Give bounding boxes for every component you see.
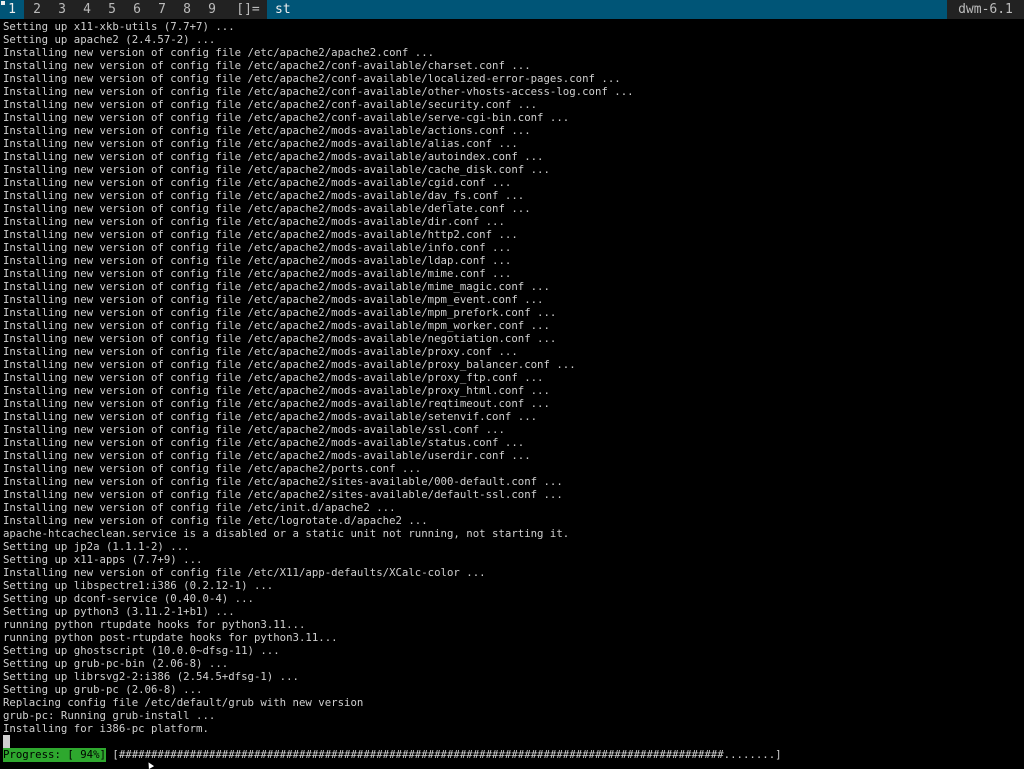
terminal-line: Installing new version of config file /e…	[3, 46, 435, 59]
tag-8-button[interactable]: 8	[175, 0, 199, 19]
terminal-line: Installing new version of config file /e…	[3, 384, 550, 397]
terminal-line: Setting up grub-pc-bin (2.06-8) ...	[3, 657, 229, 670]
status-text: dwm-6.1	[947, 0, 1024, 19]
terminal-line: grub-pc: Running grub-install ...	[3, 709, 216, 722]
layout-symbol-button[interactable]: []=	[229, 0, 267, 19]
terminal-line: Installing for i386-pc platform.	[3, 722, 209, 735]
terminal-line: Installing new version of config file /e…	[3, 332, 557, 345]
terminal-line: Installing new version of config file /e…	[3, 345, 518, 358]
terminal-output[interactable]: Setting up x11-xkb-utils (7.7+7) ... Sett…	[3, 20, 1021, 765]
tag-label: 8	[183, 2, 191, 17]
tag-label: 3	[58, 2, 66, 17]
tag-label: 7	[158, 2, 166, 17]
terminal-line: Setting up apache2 (2.4.57-2) ...	[3, 33, 216, 46]
terminal-line: Installing new version of config file /e…	[3, 59, 531, 72]
terminal-line: Installing new version of config file /e…	[3, 319, 550, 332]
tag-label: 5	[108, 2, 116, 17]
terminal-line: Installing new version of config file /e…	[3, 111, 570, 124]
tag-4-button[interactable]: 4	[75, 0, 99, 19]
terminal-line: Installing new version of config file /e…	[3, 462, 422, 475]
terminal-line: Installing new version of config file /e…	[3, 410, 538, 423]
terminal-line: Setting up jp2a (1.1.1-2) ...	[3, 540, 190, 553]
terminal-line: apache-htcacheclean.service is a disable…	[3, 527, 570, 540]
terminal-line: Installing new version of config file /e…	[3, 254, 512, 267]
terminal-line: Installing new version of config file /e…	[3, 98, 538, 111]
terminal-line: Installing new version of config file /e…	[3, 488, 563, 501]
terminal-line: Setting up libspectre1:i386 (0.2.12-1) .…	[3, 579, 274, 592]
tag-1-button[interactable]: 1	[0, 0, 24, 19]
terminal-line: Setting up ghostscript (10.0.0~dfsg-11) …	[3, 644, 280, 657]
terminal-line: Installing new version of config file /e…	[3, 358, 576, 371]
dwm-status-bar: 1 2 3 4 5 6 7 8 9 []= st dwm-6.1	[0, 0, 1024, 19]
terminal-line: Installing new version of config file /e…	[3, 566, 486, 579]
tag-label: 6	[133, 2, 141, 17]
terminal-line: Installing new version of config file /e…	[3, 137, 518, 150]
terminal-line: Setting up grub-pc (2.06-8) ...	[3, 683, 203, 696]
tag-label: 9	[208, 2, 216, 17]
terminal-cursor	[3, 735, 10, 748]
terminal-line: Installing new version of config file /e…	[3, 176, 512, 189]
terminal-line: Installing new version of config file /e…	[3, 514, 428, 527]
terminal-line: Installing new version of config file /e…	[3, 163, 550, 176]
progress-bar: [#######################################…	[112, 748, 782, 761]
terminal-line: Installing new version of config file /e…	[3, 501, 396, 514]
terminal-line: Installing new version of config file /e…	[3, 475, 563, 488]
terminal-line: Installing new version of config file /e…	[3, 436, 525, 449]
terminal-line: Installing new version of config file /e…	[3, 306, 557, 319]
tag-9-button[interactable]: 9	[200, 0, 224, 19]
terminal-line: Installing new version of config file /e…	[3, 189, 525, 202]
terminal-line: Installing new version of config file /e…	[3, 85, 634, 98]
tag-label: 2	[33, 2, 41, 17]
terminal-line: Installing new version of config file /e…	[3, 150, 544, 163]
window-title: st	[267, 0, 947, 19]
terminal-line: Setting up x11-xkb-utils (7.7+7) ...	[3, 20, 235, 33]
tag-label: 1	[8, 2, 16, 17]
tag-label: 4	[83, 2, 91, 17]
tag-2-button[interactable]: 2	[25, 0, 49, 19]
terminal-line: Installing new version of config file /e…	[3, 72, 621, 85]
terminal-line: running python post-rtupdate hooks for p…	[3, 631, 338, 644]
terminal-line: Installing new version of config file /e…	[3, 423, 505, 436]
terminal-line: Installing new version of config file /e…	[3, 215, 505, 228]
terminal-line: Setting up x11-apps (7.7+9) ...	[3, 553, 203, 566]
tag-6-button[interactable]: 6	[125, 0, 149, 19]
terminal-line: Setting up dconf-service (0.40.0-4) ...	[3, 592, 254, 605]
terminal-line: Installing new version of config file /e…	[3, 397, 550, 410]
terminal-line: Setting up librsvg2-2:i386 (2.54.5+dfsg-…	[3, 670, 299, 683]
terminal-line: Installing new version of config file /e…	[3, 267, 512, 280]
cursor-line	[3, 735, 1021, 748]
tag-3-button[interactable]: 3	[50, 0, 74, 19]
terminal-line: Installing new version of config file /e…	[3, 449, 531, 462]
terminal-line: Installing new version of config file /e…	[3, 228, 518, 241]
tag-5-button[interactable]: 5	[100, 0, 124, 19]
terminal-line: Replacing config file /etc/default/grub …	[3, 696, 364, 709]
terminal-line: Installing new version of config file /e…	[3, 293, 544, 306]
progress-label: Progress: [ 94%]	[3, 748, 106, 762]
terminal-line: Installing new version of config file /e…	[3, 202, 531, 215]
terminal-line: Installing new version of config file /e…	[3, 241, 512, 254]
terminal-line: Setting up python3 (3.11.2-1+b1) ...	[3, 605, 235, 618]
terminal-line: running python rtupdate hooks for python…	[3, 618, 306, 631]
tag-7-button[interactable]: 7	[150, 0, 174, 19]
terminal-line: Installing new version of config file /e…	[3, 124, 531, 137]
occupied-indicator-icon	[1, 1, 5, 5]
progress-row: Progress: [ 94%] [######################…	[3, 748, 1021, 762]
terminal-line: Installing new version of config file /e…	[3, 371, 544, 384]
terminal-line: Installing new version of config file /e…	[3, 280, 550, 293]
